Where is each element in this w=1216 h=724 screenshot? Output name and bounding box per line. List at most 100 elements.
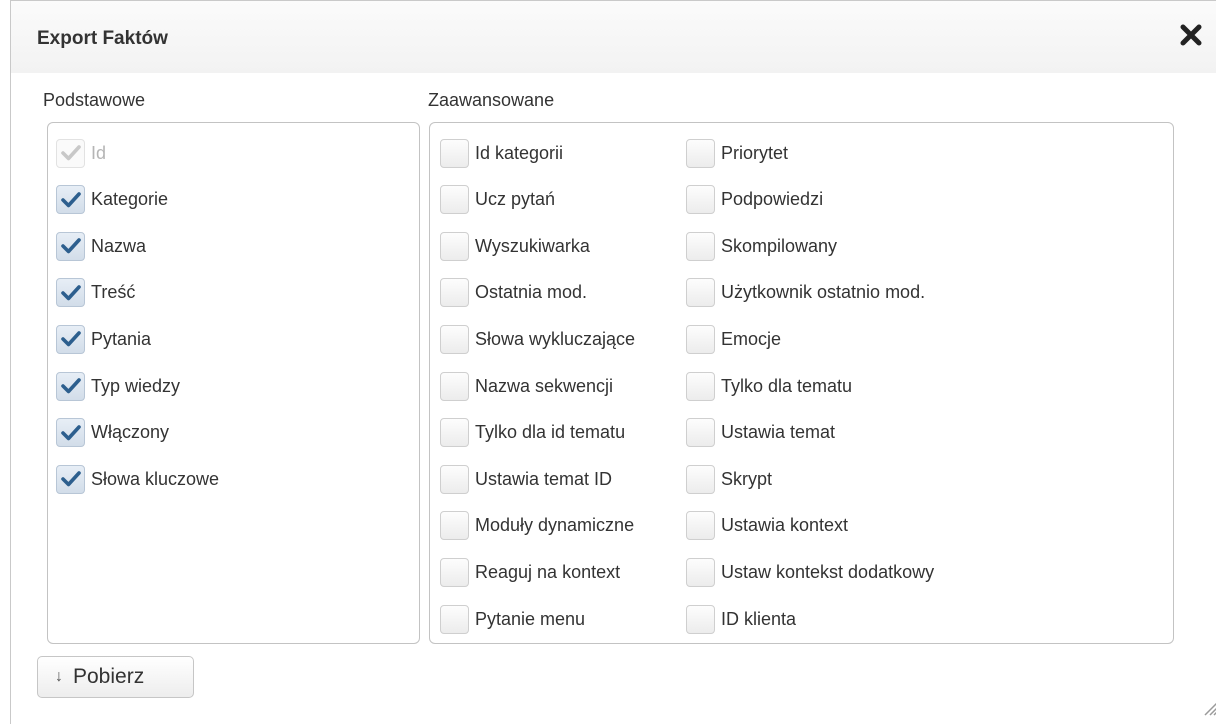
advanced-field-col2-label: Priorytet <box>721 142 789 163</box>
checkbox[interactable] <box>440 604 469 634</box>
advanced-field-col1-3[interactable]: Ostatnia mod. <box>440 276 587 310</box>
checkbox[interactable] <box>440 324 469 354</box>
advanced-field-col2-10[interactable]: ID klienta <box>686 602 796 636</box>
advanced-field-col1-label: Słowa wykluczające <box>475 328 636 349</box>
checkbox[interactable] <box>686 138 715 168</box>
checkmark-icon <box>60 331 81 347</box>
checkbox[interactable] <box>56 418 85 448</box>
checkbox[interactable] <box>686 557 715 587</box>
download-button-label: Pobierz <box>73 665 145 688</box>
advanced-field-col1-label: Ostatnia mod. <box>475 282 588 303</box>
advanced-field-col1-5[interactable]: Nazwa sekwencji <box>440 369 613 403</box>
close-icon[interactable] <box>1179 21 1203 47</box>
advanced-field-col2-2[interactable]: Skompilowany <box>686 229 837 263</box>
checkbox[interactable] <box>440 371 469 401</box>
basic-field-label: Słowa kluczowe <box>91 468 220 489</box>
checkbox[interactable] <box>56 371 85 401</box>
checkbox[interactable] <box>686 511 715 541</box>
basic-field-6[interactable]: Włączony <box>56 416 169 450</box>
advanced-field-col1-label: Ustawia temat ID <box>475 468 613 489</box>
advanced-field-col1-label: Wyszukiwarka <box>475 235 590 256</box>
advanced-field-col2-5[interactable]: Tylko dla tematu <box>686 369 852 403</box>
basic-field-1[interactable]: Kategorie <box>56 183 168 217</box>
advanced-field-col2-3[interactable]: Użytkownik ostatnio mod. <box>686 276 925 310</box>
advanced-field-col2-6[interactable]: Ustawia temat <box>686 416 835 450</box>
advanced-field-col1-label: Nazwa sekwencji <box>475 375 614 396</box>
advanced-field-col2-9[interactable]: Ustaw kontekst dodatkowy <box>686 555 934 589</box>
advanced-field-col1-6[interactable]: Tylko dla id tematu <box>440 416 625 450</box>
checkbox[interactable] <box>686 278 715 308</box>
advanced-field-col2-label: Użytkownik ostatnio mod. <box>721 282 926 303</box>
basic-field-7[interactable]: Słowa kluczowe <box>56 462 219 496</box>
checkbox[interactable] <box>440 278 469 308</box>
advanced-field-col1-7[interactable]: Ustawia temat ID <box>440 462 612 496</box>
checkbox <box>56 138 85 168</box>
download-button[interactable]: ↓ Pobierz <box>37 656 194 698</box>
advanced-field-col2-label: Emocje <box>721 328 782 349</box>
checkbox[interactable] <box>56 324 85 354</box>
checkbox[interactable] <box>686 371 715 401</box>
checkbox[interactable] <box>686 324 715 354</box>
checkbox[interactable] <box>440 185 469 215</box>
checkbox[interactable] <box>56 464 85 494</box>
advanced-field-col1-label: Moduły dynamiczne <box>475 515 635 536</box>
basic-field-label: Nazwa <box>91 235 147 256</box>
resize-grip-icon[interactable] <box>1199 697 1216 717</box>
advanced-field-col2-1[interactable]: Podpowiedzi <box>686 183 823 217</box>
advanced-field-col2-label: ID klienta <box>721 608 797 629</box>
checkbox[interactable] <box>686 418 715 448</box>
advanced-field-col1-label: Ucz pytań <box>475 189 556 210</box>
basic-field-2[interactable]: Nazwa <box>56 229 146 263</box>
dialog-titlebar[interactable]: Export Faktów <box>11 1 1216 73</box>
basic-field-label: Typ wiedzy <box>91 375 181 396</box>
basic-field-0: Id <box>56 136 106 170</box>
advanced-section-label: Zaawansowane <box>428 90 555 110</box>
checkmark-icon <box>60 191 81 207</box>
advanced-field-col1-label: Id kategorii <box>475 142 564 163</box>
checkbox[interactable] <box>440 511 469 541</box>
checkbox[interactable] <box>56 185 85 215</box>
basic-field-5[interactable]: Typ wiedzy <box>56 369 180 403</box>
advanced-field-col1-label: Reaguj na kontext <box>475 561 621 582</box>
checkbox[interactable] <box>686 185 715 215</box>
advanced-field-col1-1[interactable]: Ucz pytań <box>440 183 555 217</box>
advanced-field-col2-label: Podpowiedzi <box>721 189 824 210</box>
checkbox[interactable] <box>56 231 85 261</box>
checkbox[interactable] <box>440 138 469 168</box>
advanced-field-col2-4[interactable]: Emocje <box>686 322 781 356</box>
basic-field-4[interactable]: Pytania <box>56 322 151 356</box>
basic-field-label: Treść <box>91 282 136 303</box>
advanced-field-col2-0[interactable]: Priorytet <box>686 136 788 170</box>
advanced-field-col1-4[interactable]: Słowa wykluczające <box>440 322 635 356</box>
checkmark-icon <box>60 424 81 440</box>
checkbox[interactable] <box>440 231 469 261</box>
checkmark-icon <box>60 378 81 394</box>
advanced-field-col1-8[interactable]: Moduły dynamiczne <box>440 509 634 543</box>
basic-field-label: Kategorie <box>91 189 169 210</box>
checkbox[interactable] <box>56 278 85 308</box>
checkbox[interactable] <box>440 557 469 587</box>
basic-field-3[interactable]: Treść <box>56 276 135 310</box>
checkmark-icon <box>60 471 81 487</box>
basic-field-label: Pytania <box>91 328 152 349</box>
checkbox[interactable] <box>440 418 469 448</box>
advanced-field-col2-8[interactable]: Ustawia kontext <box>686 509 848 543</box>
dialog-title: Export Faktów <box>37 28 168 49</box>
arrow-down-icon: ↓ <box>55 668 63 685</box>
advanced-field-col1-9[interactable]: Reaguj na kontext <box>440 555 620 589</box>
export-dialog: Export Faktów Podstawowe Zaawansowane Id… <box>10 0 1216 724</box>
advanced-field-col1-label: Tylko dla id tematu <box>475 422 626 443</box>
advanced-field-col1-0[interactable]: Id kategorii <box>440 136 563 170</box>
checkbox[interactable] <box>686 231 715 261</box>
basic-field-label: Włączony <box>91 422 170 443</box>
checkbox[interactable] <box>686 604 715 634</box>
advanced-field-col2-label: Ustawia kontext <box>721 515 849 536</box>
advanced-field-col2-label: Skompilowany <box>721 235 838 256</box>
advanced-field-col1-label: Pytanie menu <box>475 608 586 629</box>
advanced-field-col2-7[interactable]: Skrypt <box>686 462 772 496</box>
advanced-field-col1-2[interactable]: Wyszukiwarka <box>440 229 590 263</box>
advanced-field-col2-label: Tylko dla tematu <box>721 375 853 396</box>
advanced-field-col1-10[interactable]: Pytanie menu <box>440 602 585 636</box>
checkbox[interactable] <box>686 464 715 494</box>
checkbox[interactable] <box>440 464 469 494</box>
